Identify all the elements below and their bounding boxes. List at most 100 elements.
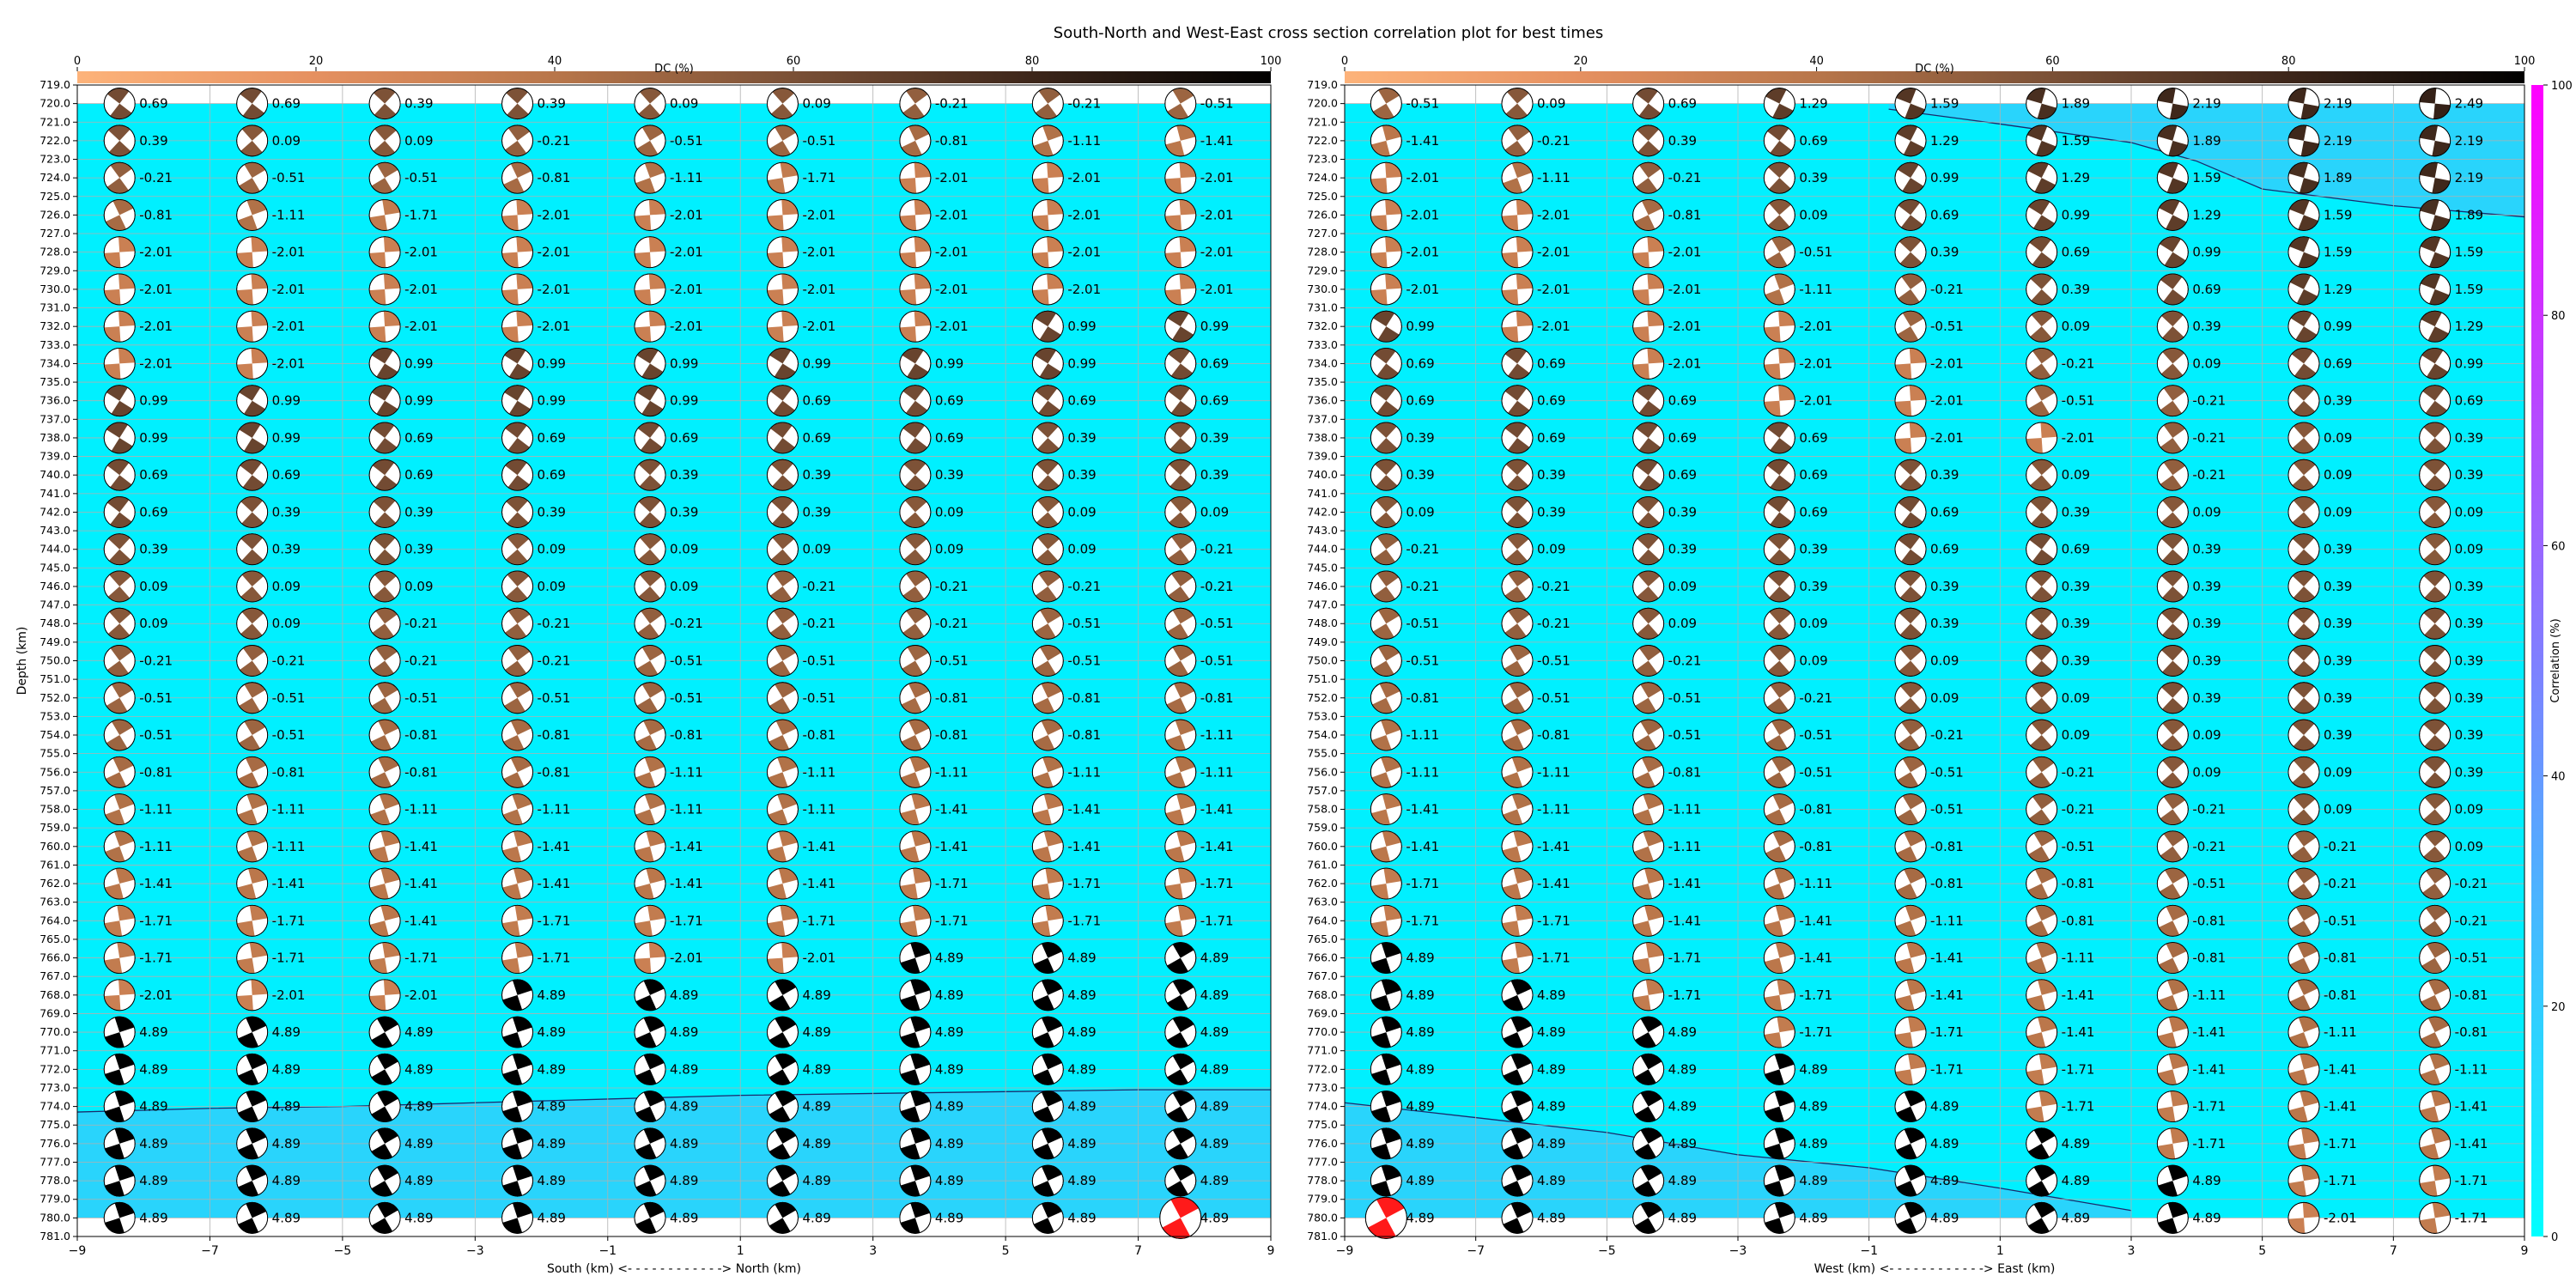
beachball: [2287, 1016, 2320, 1048]
time-label: -0.81: [935, 690, 969, 706]
beachball: [1164, 422, 1197, 454]
time-label: 0.69: [1930, 542, 1959, 557]
beachball: [1763, 607, 1795, 640]
beachball: [2026, 1127, 2058, 1160]
time-label: 0.09: [2062, 319, 2090, 334]
time-label: -2.01: [139, 282, 173, 297]
beachball: [2287, 1091, 2320, 1123]
time-label: -0.51: [1930, 802, 1964, 817]
beachball: [2419, 1016, 2451, 1048]
time-label: 4.89: [1537, 1173, 1565, 1188]
time-label: -0.21: [538, 653, 571, 669]
y-tick-label: 771.0: [39, 1044, 70, 1057]
beachball: [2156, 719, 2189, 751]
x-tick-label: −3: [466, 1244, 484, 1258]
beachball: [2419, 385, 2451, 417]
beachball: [2419, 236, 2451, 269]
beachball: [2419, 979, 2451, 1012]
y-tick-label: 735.0: [39, 375, 70, 388]
y-tick-label: 749.0: [39, 635, 70, 648]
beachball: [1031, 496, 1064, 528]
time-label: 0.09: [2455, 802, 2483, 817]
time-label: 0.39: [1406, 467, 1434, 483]
beachball: [1632, 979, 1665, 1012]
beachball: [1370, 719, 1402, 751]
beachball: [1763, 719, 1795, 751]
beachball: [1763, 496, 1795, 528]
time-label: -0.51: [1537, 690, 1571, 706]
time-label: -1.71: [2192, 1099, 2226, 1115]
y-tick-label: 733.0: [1307, 338, 1338, 351]
time-label: 4.89: [1406, 951, 1434, 966]
beachball: [1632, 125, 1665, 157]
time-label: -0.51: [802, 653, 835, 669]
beachball: [1763, 236, 1795, 269]
beachball: [1164, 607, 1197, 640]
y-tick-label: 720.0: [39, 97, 70, 110]
beachball: [236, 385, 269, 417]
time-label: -1.41: [272, 876, 306, 891]
beachball: [236, 198, 269, 231]
time-label: -1.41: [1200, 133, 1234, 149]
beachball: [1894, 1016, 1927, 1048]
time-label: -1.71: [1668, 951, 1702, 966]
time-label: 1.89: [2192, 133, 2221, 149]
x-axis-label: West (km) <- - - - - - - - - - - -> East…: [1814, 1262, 2056, 1276]
beachball: [501, 1201, 534, 1234]
time-label: -2.01: [139, 319, 173, 334]
time-label: 4.89: [1668, 1173, 1697, 1188]
x-tick-label: −9: [1336, 1244, 1354, 1258]
beachball: [1763, 793, 1795, 825]
time-label: 4.89: [1799, 1173, 1827, 1188]
time-label: -1.41: [538, 876, 571, 891]
time-label: -1.71: [802, 170, 835, 185]
beachball: [2419, 645, 2451, 677]
time-label: 0.39: [272, 542, 301, 557]
time-label: -0.81: [2324, 951, 2357, 966]
beachball: [2026, 1091, 2058, 1123]
time-label: -1.71: [1799, 1024, 1832, 1040]
beachball: [1031, 1127, 1064, 1160]
beachball: [899, 570, 932, 603]
beachball: [766, 459, 799, 491]
time-label: 4.89: [538, 1061, 566, 1077]
beachball: [1632, 904, 1665, 937]
beachball: [1501, 1127, 1534, 1160]
beachball: [236, 979, 269, 1012]
beachball: [634, 1053, 666, 1085]
beachball: [766, 1016, 799, 1048]
beachball: [236, 273, 269, 306]
y-tick-label: 771.0: [1307, 1044, 1338, 1057]
beachball: [1370, 942, 1402, 975]
time-label: -2.01: [538, 319, 571, 334]
time-label: 0.69: [802, 393, 830, 409]
time-label: 0.69: [1537, 393, 1565, 409]
beachball: [501, 942, 534, 975]
time-label: 4.89: [404, 1099, 433, 1115]
y-tick-label: 780.0: [39, 1211, 70, 1224]
beachball: [2026, 1053, 2058, 1085]
beachball: [2156, 1053, 2189, 1085]
beachball: [899, 385, 932, 417]
time-label: -1.41: [2062, 1024, 2095, 1040]
time-label: -1.71: [1799, 987, 1832, 1003]
beachball: [634, 236, 666, 269]
time-label: -1.71: [1067, 876, 1101, 891]
time-label: -0.21: [1799, 690, 1832, 706]
time-label: -0.21: [935, 579, 969, 594]
y-tick-label: 778.0: [39, 1174, 70, 1187]
beachball: [501, 867, 534, 900]
time-label: 4.89: [935, 1173, 963, 1188]
time-label: 0.69: [272, 467, 301, 483]
beachball: [1164, 645, 1197, 677]
beachball: [501, 904, 534, 937]
time-label: 4.89: [538, 1099, 566, 1115]
beachball: [2287, 682, 2320, 714]
time-label: -1.41: [404, 913, 438, 928]
beachball: [2419, 1053, 2451, 1085]
beachball: [2419, 942, 2451, 975]
beachball: [1370, 867, 1402, 900]
beachball: [236, 682, 269, 714]
beachball: [2156, 198, 2189, 231]
beachball: [766, 867, 799, 900]
